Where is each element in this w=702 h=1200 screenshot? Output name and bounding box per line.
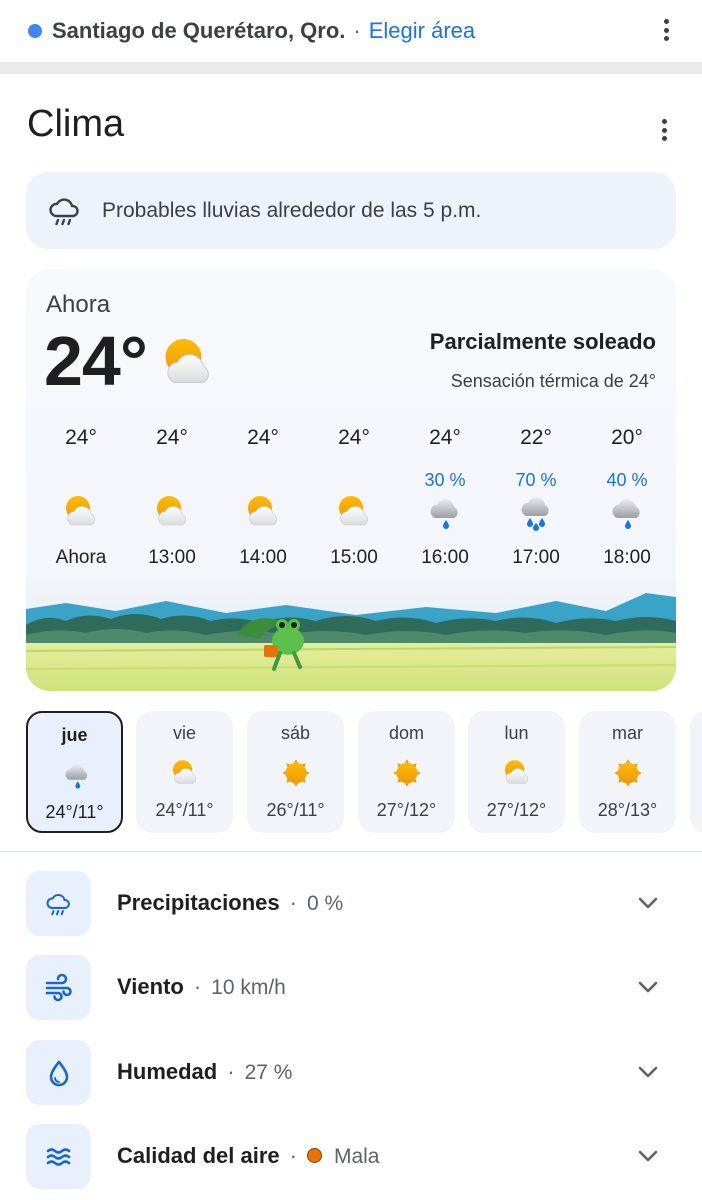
hourly-temp: 22°: [520, 426, 552, 449]
detail-value: 0 %: [306, 892, 344, 915]
water-drop-icon: [26, 1040, 91, 1105]
condition-text: Parcialmente soleado: [429, 329, 656, 354]
day-card[interactable]: sáb 26°/11°: [247, 711, 344, 833]
humidity-row[interactable]: Humedad · 27 %: [0, 1040, 702, 1106]
chevron-down-icon[interactable]: [636, 1146, 660, 1166]
more-vert-icon[interactable]: [652, 116, 676, 144]
divider: [0, 851, 702, 852]
detail-label: Calidad del aire · Mala: [117, 1143, 380, 1168]
day-name: mar: [612, 723, 643, 743]
partly-sunny-icon: [152, 492, 192, 532]
sunny-icon: [612, 757, 644, 789]
location-bar: Santiago de Querétaro, Qro. · Elegir áre…: [0, 0, 702, 62]
hourly-precip: 70 %: [515, 470, 557, 490]
day-name: dom: [388, 723, 424, 743]
precipitation-row[interactable]: Precipitaciones · 0 %: [0, 871, 702, 937]
feels-like-text: Sensación térmica de 24°: [450, 371, 656, 391]
hourly-temp: 24°: [156, 426, 188, 449]
partly-sunny-icon: [169, 757, 201, 789]
page-title: Clima: [27, 103, 125, 145]
hourly-time: 14:00: [239, 547, 287, 568]
partly-sunny-icon: [334, 492, 374, 532]
detail-separator: ·: [193, 974, 202, 999]
hourly-time: 16:00: [421, 547, 469, 568]
hourly-precip: 30 %: [424, 470, 466, 490]
detail-value: Mala: [333, 1145, 380, 1168]
hourly-temp: 24°: [429, 426, 461, 449]
hourly-time: 17:00: [512, 547, 560, 568]
more-vert-icon[interactable]: [654, 16, 678, 44]
partly-sunny-icon: [243, 492, 283, 532]
detail-value: 27 %: [244, 1061, 293, 1084]
weather-scene-illustration: [26, 581, 676, 691]
hourly-time: 18:00: [603, 547, 651, 568]
day-name: sáb: [280, 723, 311, 743]
location-separator: ·: [353, 18, 361, 43]
partly-sunny-icon: [158, 333, 218, 393]
detail-separator: ·: [289, 1143, 297, 1168]
hourly-time: 15:00: [330, 547, 378, 568]
chevron-down-icon[interactable]: [636, 1062, 660, 1082]
rain-cloud-icon: [49, 197, 79, 225]
location-name: Santiago de Querétaro, Qro.: [52, 18, 346, 43]
sunny-icon: [391, 757, 423, 789]
day-card-selected[interactable]: jue 24°/11°: [26, 711, 123, 833]
rain-icon: [61, 759, 93, 791]
day-temps: 27°/12°: [376, 800, 437, 820]
alert-text: Probables lluvias alrededor de las 5 p.m…: [102, 198, 482, 222]
day-card-partial[interactable]: [690, 711, 702, 833]
current-temperature: 24°: [44, 322, 148, 400]
day-temps: 28°/13°: [597, 800, 658, 820]
detail-separator: ·: [289, 890, 297, 915]
day-temps: 24°/11°: [45, 802, 104, 822]
detail-label: Viento · 10 km/h: [117, 974, 286, 999]
detail-value: 10 km/h: [211, 976, 286, 999]
day-card[interactable]: vie 24°/11°: [136, 711, 233, 833]
location-dot-icon: [28, 24, 42, 38]
day-name: jue: [61, 725, 88, 745]
day-temps: 26°/11°: [266, 800, 325, 820]
hourly-temp: 24°: [247, 426, 279, 449]
hourly-temp: 24°: [338, 426, 370, 449]
day-card[interactable]: dom 27°/12°: [358, 711, 455, 833]
aqi-status-dot: [306, 1147, 322, 1163]
day-temps: 24°/11°: [155, 800, 214, 820]
rain-alert-banner[interactable]: Probables lluvias alrededor de las 5 p.m…: [26, 172, 676, 249]
day-temps: 27°/12°: [486, 800, 547, 820]
hourly-precip: 40 %: [606, 470, 648, 490]
sunny-icon: [280, 757, 312, 789]
day-card[interactable]: mar 28°/13°: [579, 711, 676, 833]
current-label: Ahora: [46, 291, 111, 318]
wind-row[interactable]: Viento · 10 km/h: [0, 955, 702, 1021]
rain-icon: [607, 492, 647, 532]
air-quality-icon: [26, 1124, 91, 1189]
detail-separator: ·: [227, 1059, 235, 1084]
choose-area-link[interactable]: Elegir área: [369, 18, 475, 44]
current-weather-card: Ahora 24° Parcialmente soleado Sensación…: [26, 269, 676, 691]
day-name: lun: [504, 723, 529, 743]
heavy-rain-icon: [516, 492, 556, 532]
detail-label: Precipitaciones · 0 %: [117, 890, 344, 915]
hourly-forecast[interactable]: 24° Ahora 24° 13:00 24° 14:00 24° 15:00 …: [26, 421, 676, 571]
hourly-time: Ahora: [55, 547, 107, 568]
rain-icon: [425, 492, 465, 532]
hourly-time: 13:00: [148, 547, 196, 568]
detail-label: Humedad · 27 %: [117, 1059, 293, 1084]
wind-icon: [26, 955, 91, 1020]
chevron-down-icon[interactable]: [636, 893, 660, 913]
section-divider: [0, 62, 702, 74]
day-name: vie: [172, 723, 196, 743]
chevron-down-icon[interactable]: [636, 977, 660, 997]
hourly-temp: 24°: [65, 426, 97, 449]
air-quality-row[interactable]: Calidad del aire · Mala: [0, 1124, 702, 1190]
day-card[interactable]: lun 27°/12°: [468, 711, 565, 833]
partly-sunny-icon: [61, 492, 101, 532]
daily-forecast[interactable]: jue 24°/11° vie 24°/11° sáb 26°/11° dom …: [26, 711, 702, 834]
partly-sunny-icon: [501, 757, 533, 789]
hourly-temp: 20°: [611, 426, 643, 449]
rain-cloud-icon: [26, 871, 91, 936]
